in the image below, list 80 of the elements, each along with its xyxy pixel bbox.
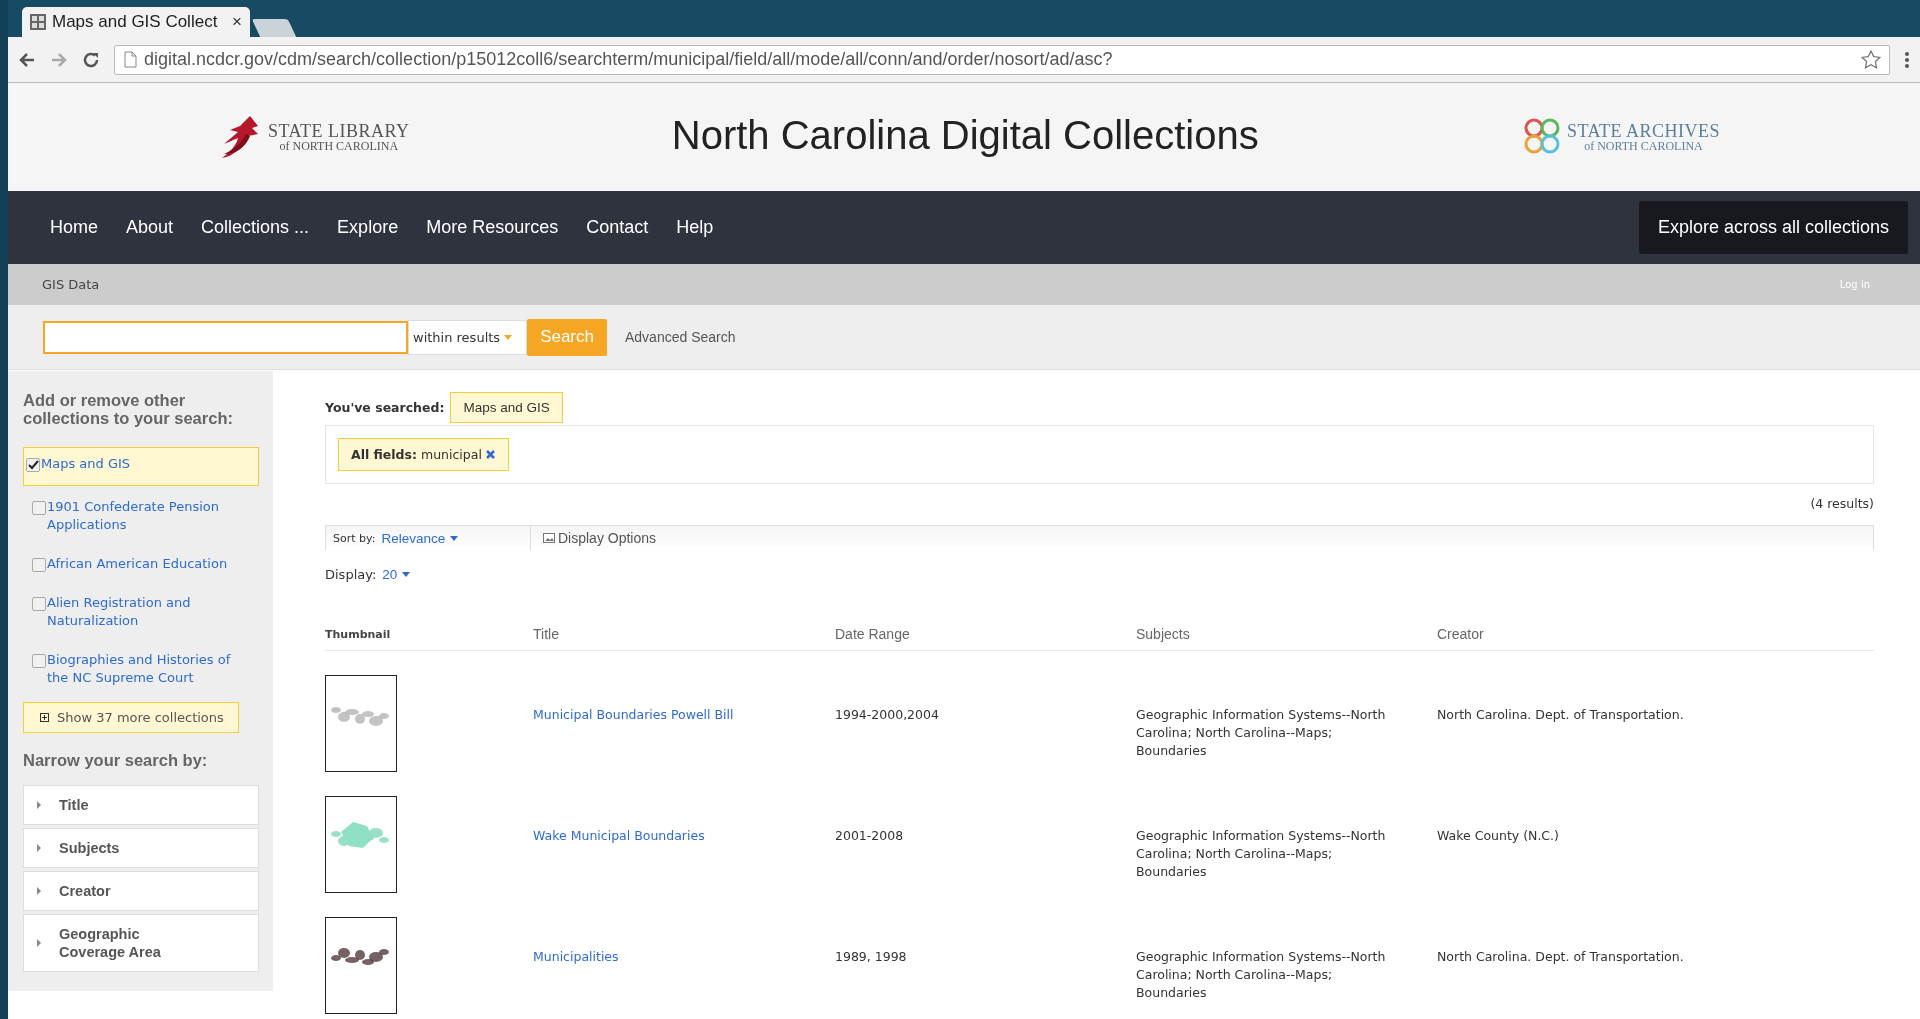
nav-link[interactable]: Collections ...	[187, 209, 324, 246]
remove-icon	[484, 449, 496, 460]
table-cell: Geographic Information Systems--North Carolina; North Carolina--Maps; Boundaries	[1136, 650, 1437, 772]
collection-link[interactable]: Biographies and Histories of the NC Supreme Court	[47, 651, 255, 688]
checkbox[interactable]	[32, 654, 46, 669]
reload-icon	[82, 50, 100, 69]
logo-title: STATE ARCHIVES	[1566, 122, 1720, 140]
search-field[interactable]	[43, 320, 408, 354]
logo-title: STATE LIBRARY	[268, 122, 410, 140]
result-title-link[interactable]: Municipal Boundaries Powell Bill	[533, 707, 734, 722]
facet-toggle[interactable]: Title	[23, 785, 259, 826]
sidebar-heading: Add or remove other collections to your search:	[23, 391, 234, 428]
collection-link[interactable]: Maps and GIS	[41, 455, 131, 474]
collection-link[interactable]: African American Education	[47, 555, 228, 574]
more-collections-button[interactable]: Show 37 more collections	[23, 702, 239, 734]
display-label: Display:	[325, 567, 377, 582]
facet-toggle[interactable]: Subjects	[23, 828, 259, 869]
new-tab-button[interactable]	[251, 19, 297, 37]
result-count: (4 results)	[1809, 496, 1874, 511]
url-text: digital.ncdcr.gov/cdm/search/collection/p15012coll6/searchterm/municipal/field/all/mode/all/conn/and/order/nosort/ad/asc?	[144, 49, 1113, 70]
logo-subtitle: of NORTH CAROLINA	[279, 140, 399, 152]
checkbox[interactable]	[26, 458, 40, 473]
checkbox[interactable]	[32, 501, 46, 516]
display-options-button[interactable]: Display Options	[531, 530, 657, 546]
advanced-search-link[interactable]: Advanced Search	[625, 329, 736, 345]
menu-icon	[1904, 50, 1910, 69]
column-header: Thumbnail	[325, 626, 533, 651]
table-cell: 2001-2008	[835, 772, 1136, 893]
facet-toggle[interactable]: Geographic Coverage Area	[23, 914, 259, 973]
column-header: Creator	[1437, 626, 1874, 651]
facet-toggle[interactable]: Creator	[23, 871, 259, 912]
check-icon	[27, 460, 39, 471]
caret-icon	[402, 572, 411, 577]
table-cell: North Carolina. Dept. of Transportation.	[1437, 650, 1874, 772]
image-icon	[543, 533, 555, 543]
checkbox[interactable]	[32, 597, 46, 612]
back-icon	[18, 50, 36, 69]
sort-dropdown[interactable]: Relevance	[381, 530, 459, 546]
tab-title: Maps and GIS Collect	[52, 12, 219, 32]
forward-icon	[50, 50, 68, 69]
display-dropdown[interactable]: 20	[382, 567, 411, 582]
nav-link[interactable]: Explore	[323, 209, 413, 246]
star-icon	[1861, 50, 1881, 69]
nav-link[interactable]: About	[112, 209, 188, 246]
expand-icon	[40, 713, 49, 723]
favicon-icon	[30, 14, 46, 30]
sidebar-heading: Narrow your search by:	[23, 751, 209, 770]
result-title-link[interactable]: Municipalities	[533, 949, 619, 964]
logo-subtitle: of NORTH CAROLINA	[1584, 140, 1703, 152]
search-filter-tag: All fields: municipal	[338, 438, 509, 471]
nav-link[interactable]: More Resources	[412, 209, 573, 246]
collection-link[interactable]: 1901 Confederate Pension Applications	[47, 498, 255, 535]
nav-link[interactable]: Help	[662, 209, 728, 246]
site-title: North Carolina Digital Collections	[671, 112, 1259, 158]
address-bar[interactable]: digital.ncdcr.gov/cdm/search/collection/p15012coll6/searchterm/municipal/field/all/mode/all/conn/and/order/nosort/ad/asc?	[114, 44, 1890, 75]
explore-button[interactable]: Explore across all collections	[1638, 201, 1908, 254]
page-icon	[123, 51, 138, 68]
table-cell-text: Wake County (N.C.)	[1437, 827, 1560, 845]
column-header: Subjects	[1136, 626, 1437, 651]
collection-link[interactable]: Alien Registration and Naturalization	[47, 594, 255, 631]
table-cell-text: Geographic Information Systems--North Carolina; North Carolina--Maps; Boundaries	[1136, 948, 1387, 1002]
table-cell: 1989, 1998	[835, 893, 1136, 1014]
column-header: Title	[533, 626, 835, 651]
collection-tag: Maps and GIS	[450, 392, 563, 423]
table-cell: 1994-2000,2004	[835, 650, 1136, 772]
result-title-link[interactable]: Wake Municipal Boundaries	[533, 828, 705, 843]
scope-dropdown[interactable]: within results	[408, 319, 528, 355]
sort-label: Sort by:	[333, 531, 376, 545]
checkbox[interactable]	[32, 558, 46, 573]
browser-tab[interactable]: Maps and GIS Collect ×	[22, 7, 250, 37]
column-header: Date Range	[835, 626, 1136, 651]
searched-label: You've searched:	[325, 400, 445, 415]
close-icon[interactable]: ×	[232, 12, 242, 32]
caret-icon	[450, 535, 459, 541]
table-cell: Geographic Information Systems--North Carolina; North Carolina--Maps; Boundaries	[1136, 772, 1437, 893]
nav-link[interactable]: Home	[36, 209, 112, 246]
breadcrumb: GIS Data	[42, 277, 100, 292]
nav-link[interactable]: Contact	[572, 209, 663, 246]
caret-icon	[504, 334, 513, 340]
table-cell-text: North Carolina. Dept. of Transportation.	[1437, 948, 1685, 966]
